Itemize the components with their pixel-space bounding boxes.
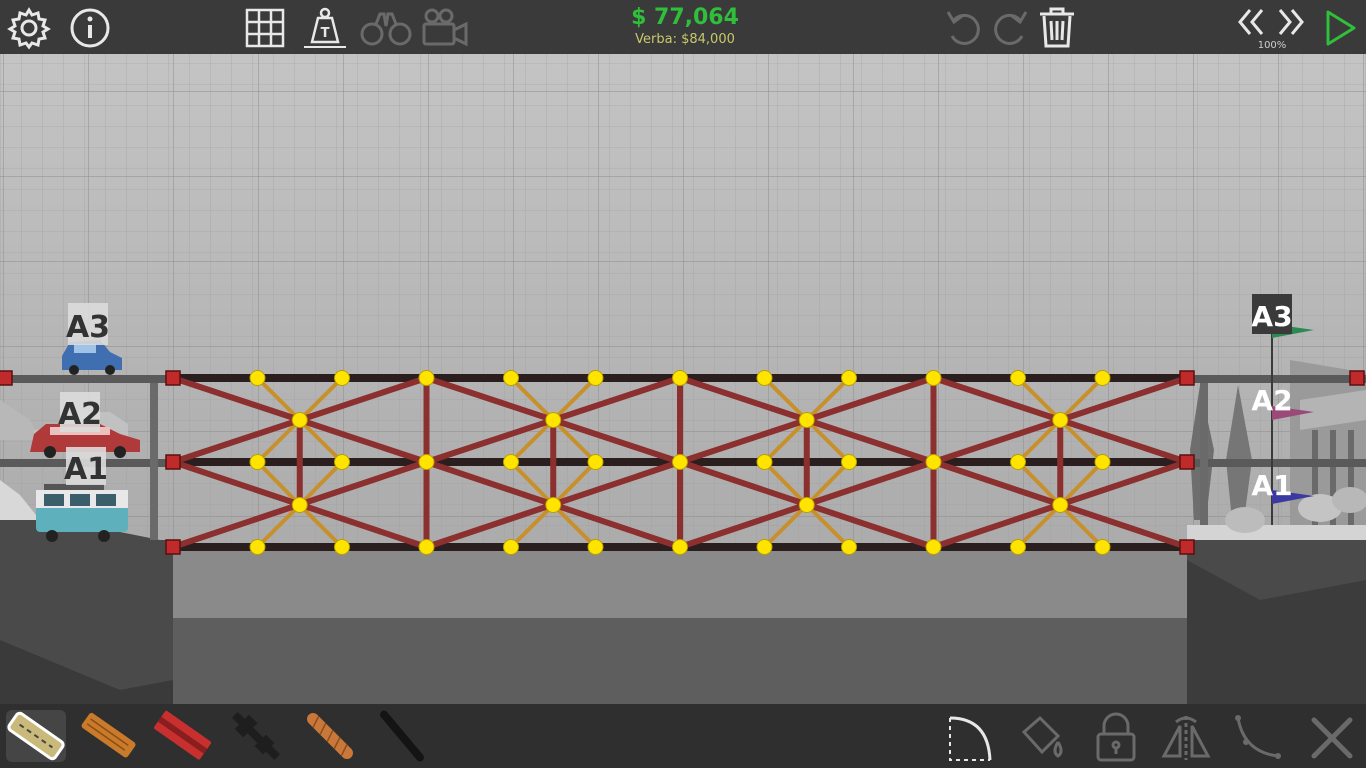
material-rope[interactable] xyxy=(298,706,362,766)
bridge-joint[interactable] xyxy=(925,370,942,386)
bridge-joint[interactable] xyxy=(798,497,815,513)
top-toolbar: T $ 77,064 Verba: $84,000 100% xyxy=(0,0,1366,54)
undo-icon[interactable] xyxy=(944,6,984,50)
bridge-joint[interactable] xyxy=(503,370,519,386)
anchor-point[interactable] xyxy=(165,370,181,386)
trash-icon[interactable] xyxy=(1036,4,1078,50)
bridge-joint[interactable] xyxy=(503,539,519,555)
flag-a1-label: A1 xyxy=(1251,469,1292,502)
anchor-point[interactable] xyxy=(165,454,181,470)
budget-amount: $ 77,064 xyxy=(631,5,739,30)
budget-limit: Verba: $84,000 xyxy=(635,32,735,47)
bridge-joint[interactable] xyxy=(756,539,773,555)
bridge-joint[interactable] xyxy=(798,412,815,428)
info-icon[interactable] xyxy=(68,6,112,50)
game-screen: T $ 77,064 Verba: $84,000 100% A3 A2 A1 … xyxy=(0,0,1366,768)
valley-floor xyxy=(173,618,1187,704)
bridge-joint[interactable] xyxy=(841,370,857,386)
bridge-joint[interactable] xyxy=(249,370,266,386)
bridge-joint[interactable] xyxy=(334,539,350,555)
bridge-joint[interactable] xyxy=(925,539,942,555)
bridge-joint[interactable] xyxy=(587,539,604,555)
flag-a2-label: A2 xyxy=(1251,384,1292,417)
material-road[interactable] xyxy=(2,706,70,766)
anchor-point[interactable] xyxy=(1179,539,1195,555)
bridge-joint[interactable] xyxy=(1052,412,1069,428)
fast-forward-icon[interactable] xyxy=(1276,6,1308,38)
bridge-joint[interactable] xyxy=(1094,370,1111,386)
bridge-joint[interactable] xyxy=(1010,454,1026,470)
bridge-joint[interactable] xyxy=(334,454,350,470)
bridge-joint[interactable] xyxy=(545,497,562,513)
bridge-joint[interactable] xyxy=(334,370,350,386)
camera-icon[interactable] xyxy=(420,6,470,50)
material-cable[interactable] xyxy=(370,706,434,766)
bridge-joint[interactable] xyxy=(587,454,604,470)
anchor-point[interactable] xyxy=(1349,370,1365,386)
svg-text:T: T xyxy=(321,26,330,41)
bridge-joint[interactable] xyxy=(756,370,773,386)
rewind-icon[interactable] xyxy=(1234,6,1266,38)
budget-display: $ 77,064 Verba: $84,000 xyxy=(540,4,830,48)
bridge-joint[interactable] xyxy=(1010,539,1026,555)
material-hydraulic[interactable] xyxy=(224,706,288,766)
bridge-joint[interactable] xyxy=(672,454,688,470)
close-icon[interactable] xyxy=(1306,712,1358,764)
bridge-joint[interactable] xyxy=(672,370,688,386)
bridge-joint[interactable] xyxy=(756,454,773,470)
right-ground-snow xyxy=(1187,525,1366,540)
vehicle-a1-label: A1 xyxy=(64,452,108,487)
bridge-joint[interactable] xyxy=(418,370,435,386)
material-toolbar xyxy=(0,704,1366,768)
bridge-joint[interactable] xyxy=(841,454,857,470)
lock-icon[interactable] xyxy=(1090,712,1142,764)
curve-icon[interactable] xyxy=(1232,712,1284,764)
bridge-joint[interactable] xyxy=(291,412,308,428)
bridge-joint[interactable] xyxy=(291,497,308,513)
grid-icon[interactable] xyxy=(243,6,287,50)
paint-bucket-icon[interactable] xyxy=(1016,712,1068,764)
bridge-joint[interactable] xyxy=(418,454,435,470)
valley-wall xyxy=(173,548,1187,620)
anchor-point[interactable] xyxy=(1179,370,1195,386)
bridge-joint[interactable] xyxy=(672,539,688,555)
play-icon[interactable] xyxy=(1320,8,1360,48)
weight-icon[interactable]: T xyxy=(302,4,348,50)
build-area[interactable]: A3 A2 A1 A3 A2 A1 xyxy=(0,54,1366,704)
gear-icon[interactable] xyxy=(7,6,51,50)
flag-a3-label: A3 xyxy=(1251,300,1292,333)
bridge-joint[interactable] xyxy=(841,539,857,555)
anchor-point[interactable] xyxy=(0,370,13,386)
bridge-joint[interactable] xyxy=(1052,497,1069,513)
bridge-joint[interactable] xyxy=(1010,370,1026,386)
arc-icon[interactable] xyxy=(944,712,996,764)
bridge-joint[interactable] xyxy=(249,539,266,555)
mirror-icon[interactable] xyxy=(1160,712,1212,764)
anchor-point[interactable] xyxy=(1179,454,1195,470)
material-wood[interactable] xyxy=(76,706,140,766)
vehicle-a3-label: A3 xyxy=(66,310,110,345)
material-steel[interactable] xyxy=(150,706,214,766)
bridge-joint[interactable] xyxy=(925,454,942,470)
bridge-joint[interactable] xyxy=(545,412,562,428)
bridge-joint[interactable] xyxy=(1094,454,1111,470)
anchor-point[interactable] xyxy=(165,539,181,555)
vehicle-a2-label: A2 xyxy=(58,397,102,432)
bridge-joint[interactable] xyxy=(587,370,604,386)
bridge-joint[interactable] xyxy=(418,539,435,555)
simulation-speed: 100% xyxy=(1257,40,1287,51)
redo-icon[interactable] xyxy=(990,6,1030,50)
binoculars-icon[interactable] xyxy=(358,6,414,50)
bridge-joint[interactable] xyxy=(1094,539,1111,555)
bridge-joint[interactable] xyxy=(249,454,266,470)
bridge-joint[interactable] xyxy=(503,454,519,470)
